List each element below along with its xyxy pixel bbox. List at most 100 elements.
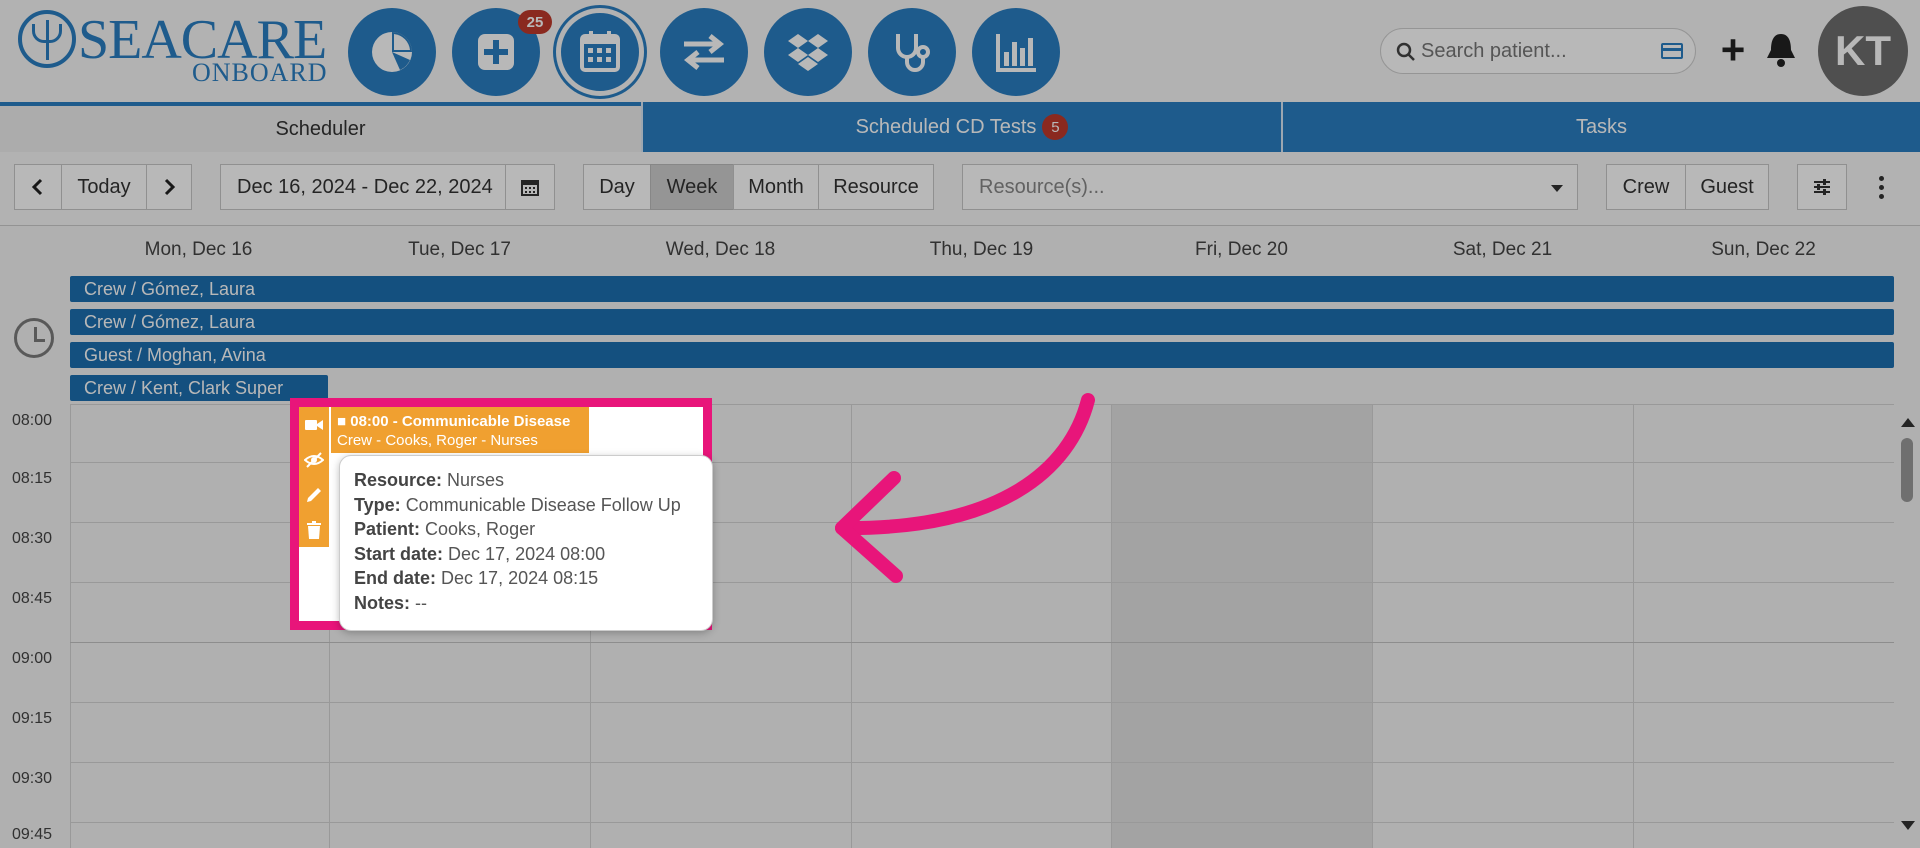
slot-line xyxy=(70,762,1894,763)
allday-event[interactable]: Crew / Gómez, Laura xyxy=(70,276,1894,302)
tab-scheduled-cd-tests[interactable]: Scheduled CD Tests 5 xyxy=(641,102,1281,152)
time-label: 08:15 xyxy=(12,470,53,487)
slot-line xyxy=(70,702,1894,703)
filter-guest-button[interactable]: Guest xyxy=(1685,164,1769,210)
highlighted-day-column xyxy=(1111,404,1372,848)
nav-dashboard-button[interactable] xyxy=(348,8,436,96)
calendar-event[interactable]: ■ 08:00 - Communicable Disease Crew - Co… xyxy=(331,407,589,453)
time-label: 08:00 xyxy=(12,412,53,429)
time-label: 09:30 xyxy=(12,770,53,787)
cd-tests-badge: 5 xyxy=(1042,114,1069,140)
seacare-logo[interactable]: SEACARE ONBOARD xyxy=(16,8,334,88)
view-resource-button[interactable]: Resource xyxy=(818,164,934,210)
delete-event-button[interactable] xyxy=(299,512,329,547)
tab-label: Scheduled CD Tests xyxy=(855,115,1037,138)
tooltip-key: Start date: xyxy=(354,543,444,564)
column-divider xyxy=(70,404,71,848)
view-month-button[interactable]: Month xyxy=(733,164,819,210)
day-header: Sat, Dec 21 xyxy=(1452,239,1553,260)
add-button[interactable]: + xyxy=(1715,29,1751,71)
chevron-left-icon xyxy=(31,178,43,196)
tab-label: Tasks xyxy=(1575,115,1628,138)
tooltip-key: End date: xyxy=(354,568,437,589)
plus-square-icon xyxy=(478,34,514,70)
nav-transfers-button[interactable] xyxy=(660,8,748,96)
date-picker-button[interactable] xyxy=(505,164,555,210)
logo-text-sub: ONBOARD xyxy=(192,58,328,87)
time-label: 09:00 xyxy=(12,650,53,667)
time-label: 08:30 xyxy=(12,530,53,547)
event-tooltip: Resource: Nurses Type: Communicable Dise… xyxy=(339,455,713,631)
filter-crew-button[interactable]: Crew xyxy=(1606,164,1686,210)
time-label: 09:15 xyxy=(12,710,53,727)
scroll-up-icon[interactable] xyxy=(1901,418,1915,427)
slot-line xyxy=(70,822,1894,823)
resource-select[interactable]: Resource(s)... xyxy=(962,164,1578,210)
hide-event-button[interactable] xyxy=(299,442,329,477)
day-header: Wed, Dec 18 xyxy=(665,239,776,260)
tooltip-key: Type: xyxy=(354,494,401,515)
allday-event[interactable]: Crew / Gómez, Laura xyxy=(70,309,1894,335)
event-actions xyxy=(299,407,329,547)
settings-sliders-button[interactable] xyxy=(1797,164,1847,210)
event-title: 08:00 - Communicable Disease xyxy=(350,413,571,430)
chevron-down-icon xyxy=(1551,185,1563,192)
nav-scheduler-button[interactable] xyxy=(556,8,644,96)
id-card-icon[interactable] xyxy=(1661,43,1683,59)
user-avatar[interactable]: KT xyxy=(1818,6,1908,96)
day-header: Tue, Dec 17 xyxy=(408,239,511,260)
tooltip-resource: Nurses xyxy=(447,470,505,490)
more-options-icon[interactable] xyxy=(1876,176,1886,202)
tab-tasks[interactable]: Tasks xyxy=(1281,102,1920,152)
vertical-scrollbar[interactable] xyxy=(1894,404,1920,848)
tooltip-key: Resource: xyxy=(354,470,443,490)
tab-scheduler[interactable]: Scheduler xyxy=(0,102,641,152)
scroll-thumb[interactable] xyxy=(1901,438,1913,502)
video-camera-icon: ■ xyxy=(337,413,347,430)
next-week-button[interactable] xyxy=(146,164,192,210)
video-call-button[interactable] xyxy=(299,407,329,442)
view-week-button[interactable]: Week xyxy=(650,164,734,210)
prev-week-button[interactable] xyxy=(14,164,62,210)
time-label: 09:45 xyxy=(12,826,53,843)
edit-event-button[interactable] xyxy=(299,477,329,512)
time-label: 08:45 xyxy=(12,590,53,607)
tooltip-key: Patient: xyxy=(354,519,421,540)
dropbox-icon xyxy=(788,34,828,71)
patient-search xyxy=(1380,28,1696,74)
today-button[interactable]: Today xyxy=(61,164,147,210)
tooltip-type: Communicable Disease Follow Up xyxy=(405,494,681,515)
tooltip-key: Notes: xyxy=(354,592,411,613)
view-day-button[interactable]: Day xyxy=(583,164,651,210)
arrows-exchange-icon xyxy=(683,34,725,70)
notification-badge: 25 xyxy=(518,10,552,34)
sliders-icon xyxy=(1814,179,1830,195)
bell-icon[interactable] xyxy=(1763,30,1799,70)
nav-reports-button[interactable] xyxy=(972,8,1060,96)
eye-slash-icon xyxy=(304,451,324,468)
day-header: Mon, Dec 16 xyxy=(144,239,253,260)
allday-event[interactable]: Guest / Moghan, Avina xyxy=(70,342,1894,368)
column-divider xyxy=(1633,404,1634,848)
top-header: SEACARE ONBOARD 25 + xyxy=(0,0,1920,102)
clock-icon xyxy=(14,318,54,358)
pencil-icon xyxy=(307,487,321,502)
stethoscope-icon xyxy=(896,34,930,72)
date-range-field[interactable]: Dec 16, 2024 - Dec 22, 2024 xyxy=(220,164,506,210)
pie-chart-icon xyxy=(372,32,412,72)
search-patient-input[interactable] xyxy=(1421,29,1651,73)
tooltip-patient: Cooks, Roger xyxy=(425,519,536,540)
nav-clinical-button[interactable] xyxy=(868,8,956,96)
slot-line xyxy=(70,642,1894,643)
app-root: SEACARE ONBOARD 25 + xyxy=(0,0,1920,848)
tooltip-end-date: Dec 17, 2024 08:15 xyxy=(441,568,599,589)
scroll-down-icon[interactable] xyxy=(1901,821,1915,830)
search-icon xyxy=(1396,42,1415,61)
week-day-headers: Mon, Dec 16 Tue, Dec 17 Wed, Dec 18 Thu,… xyxy=(0,226,1920,274)
highlight-frame: ■ 08:00 - Communicable Disease Crew - Co… xyxy=(290,398,713,631)
tab-label: Scheduler xyxy=(275,117,366,140)
calendar-icon xyxy=(521,180,539,196)
column-divider xyxy=(1372,404,1373,848)
nav-inventory-button[interactable] xyxy=(764,8,852,96)
tooltip-start-date: Dec 17, 2024 08:00 xyxy=(448,543,606,564)
